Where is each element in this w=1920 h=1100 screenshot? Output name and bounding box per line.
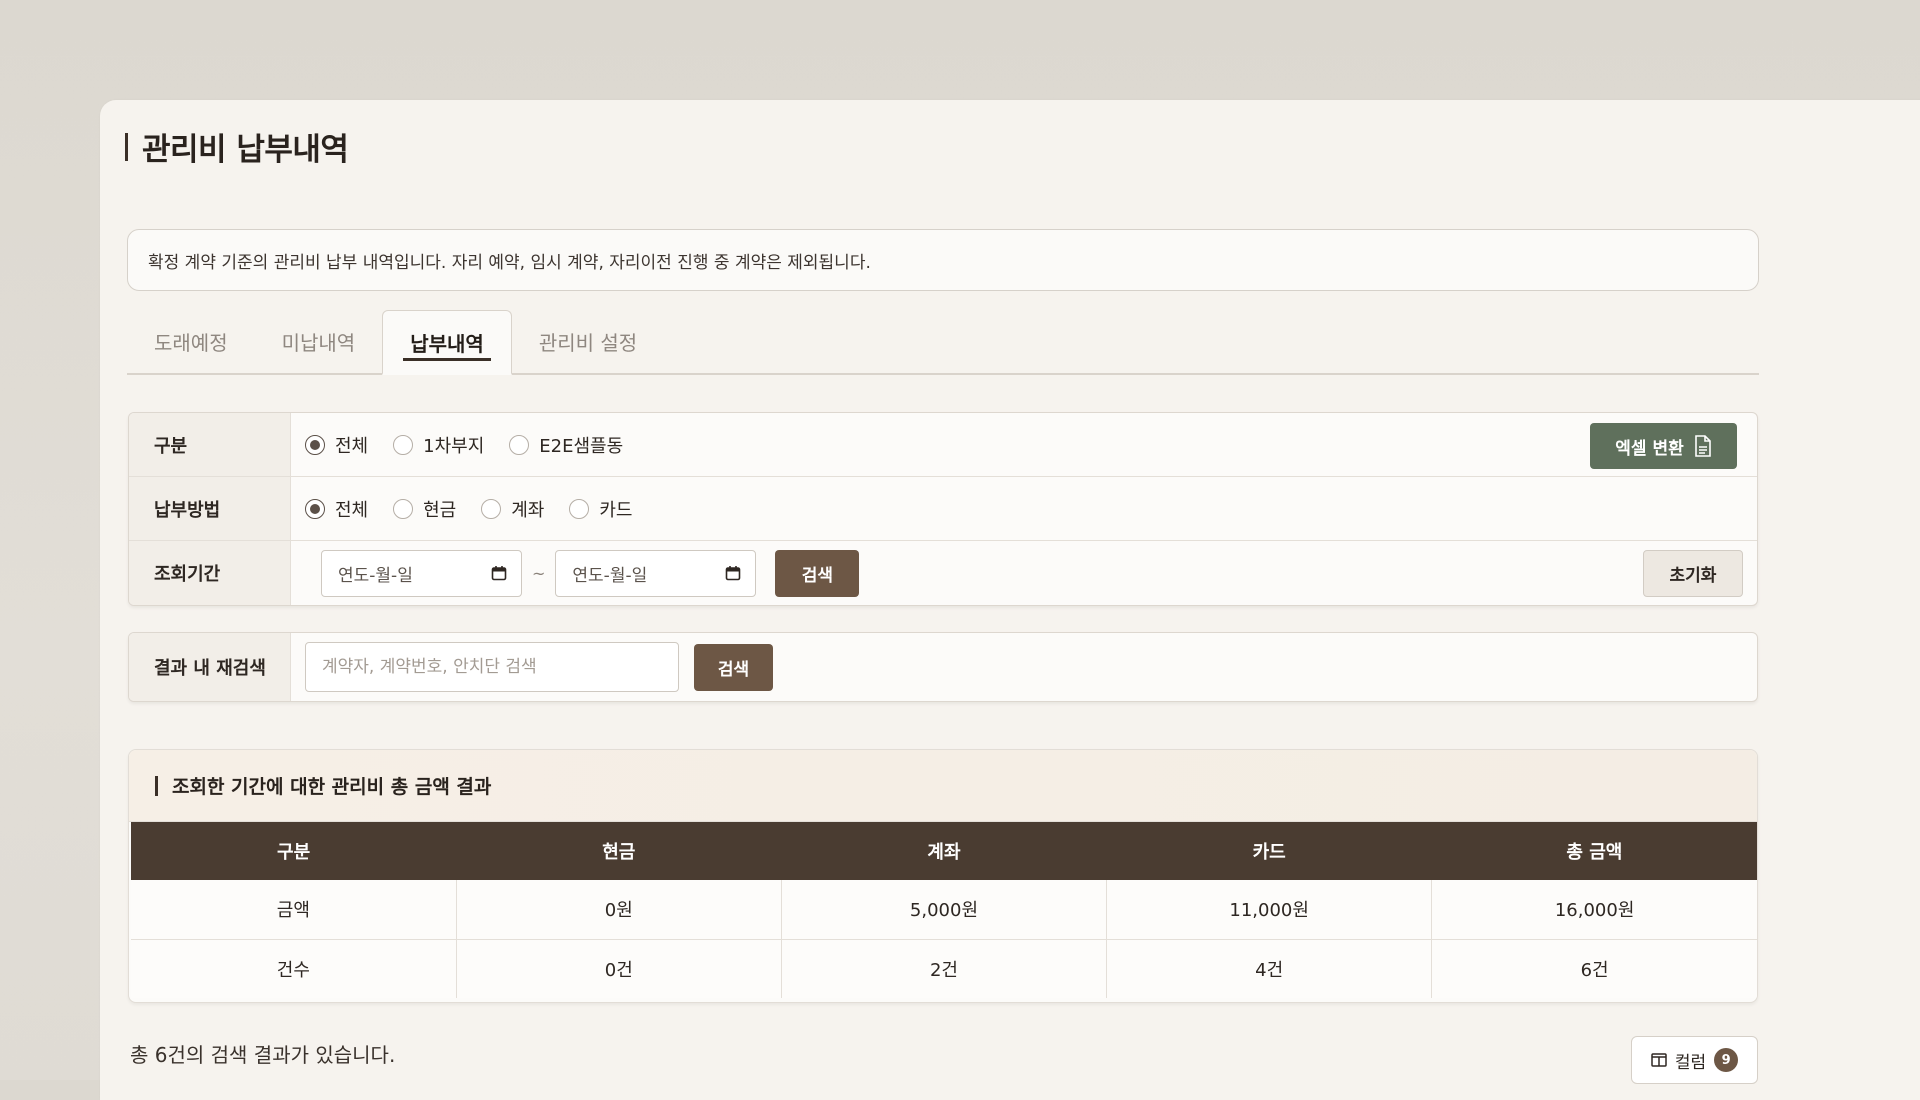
tab-label: 미납내역 <box>281 331 356 355</box>
tab-paid[interactable]: 납부내역 <box>382 310 512 375</box>
filter-panel: 구분 전체 1차부지 E2E샘플동 엑셀 변환 납부방법 전체 현금 계좌 카드… <box>128 412 1758 606</box>
radio-dot <box>305 434 325 455</box>
table-cell: 11,000원 <box>1106 880 1433 940</box>
date-separator: ~ <box>532 563 546 583</box>
summary-header: 조회한 기간에 대한 관리비 총 금액 결과 <box>129 750 1757 822</box>
excel-export-button[interactable]: 엑셀 변환 <box>1590 423 1737 469</box>
radio-label: 전체 <box>335 499 369 521</box>
table-row: 건수 0건 2건 4건 6건 <box>131 939 1757 998</box>
radio-category-e2e[interactable]: E2E샘플동 <box>509 432 623 458</box>
end-date-placeholder: 연도-월-일 <box>572 565 648 586</box>
tab-label: 관리비 설정 <box>538 331 638 355</box>
excel-button-label: 엑셀 변환 <box>1615 438 1684 459</box>
table-cell: 6건 <box>1431 939 1757 998</box>
radio-label: 현금 <box>423 499 457 521</box>
period-controls: 연도-월-일 ~ 연도-월-일 검색 <box>291 549 860 597</box>
filter-label-period: 조회기간 <box>129 541 291 605</box>
table-cell: 0건 <box>456 939 782 998</box>
start-date-placeholder: 연도-월-일 <box>338 565 413 586</box>
table-cell: 5,000원 <box>781 880 1108 940</box>
radio-dot <box>305 498 325 519</box>
radio-label: E2E샘플동 <box>539 435 624 457</box>
filter-label-category: 구분 <box>129 413 291 476</box>
table-cell: 2건 <box>781 939 1108 998</box>
method-radio-group: 전체 현금 계좌 카드 <box>291 496 658 522</box>
summary-accent-bar <box>155 775 158 796</box>
tab-label: 납부내역 <box>410 331 484 356</box>
column-settings-button[interactable]: 컬럼 9 <box>1631 1036 1758 1084</box>
summary-table: 구분 현금 계좌 카드 총 금액 금액 0원 5,000원 11,000원 16… <box>131 822 1757 998</box>
radio-method-account[interactable]: 계좌 <box>481 496 544 522</box>
radio-dot <box>481 498 502 519</box>
period-search-button[interactable]: 검색 <box>775 549 860 597</box>
radio-category-site1[interactable]: 1차부지 <box>393 432 484 458</box>
filter-row-category: 구분 전체 1차부지 E2E샘플동 엑셀 변환 <box>129 413 1757 477</box>
notice-text: 확정 계약 기준의 관리비 납부 내역입니다. 자리 예약, 임시 계약, 자리… <box>148 252 871 273</box>
search-button-label: 검색 <box>801 565 834 586</box>
column-button-label: 컬럼 <box>1674 1052 1707 1073</box>
tab-unpaid[interactable]: 미납내역 <box>255 310 383 373</box>
radio-label: 계좌 <box>511 499 545 521</box>
radio-method-card[interactable]: 카드 <box>569 496 633 522</box>
table-cell: 건수 <box>131 939 457 998</box>
table-cell: 16,000원 <box>1431 880 1757 940</box>
radio-label: 카드 <box>599 499 633 521</box>
notice-banner: 확정 계약 기준의 관리비 납부 내역입니다. 자리 예약, 임시 계약, 자리… <box>127 229 1759 291</box>
tab-label: 도래예정 <box>154 331 228 355</box>
header-card: 카드 <box>1106 822 1432 880</box>
search-button-label: 검색 <box>717 659 750 680</box>
filter-row-method: 납부방법 전체 현금 계좌 카드 <box>129 477 1757 541</box>
radio-dot <box>509 434 530 455</box>
column-count-badge: 9 <box>1714 1048 1739 1072</box>
page-title: 관리비 납부내역 <box>125 124 349 169</box>
research-input[interactable] <box>305 642 679 692</box>
end-date-input[interactable]: 연도-월-일 <box>555 549 757 597</box>
table-cell: 0원 <box>456 880 782 940</box>
calendar-icon <box>726 566 741 581</box>
radio-dot <box>393 434 414 455</box>
reset-button-label: 초기화 <box>1669 566 1717 586</box>
radio-category-all[interactable]: 전체 <box>305 432 368 458</box>
tab-upcoming[interactable]: 도래예정 <box>127 310 255 373</box>
page-title-text: 관리비 납부내역 <box>142 132 349 168</box>
radio-method-all[interactable]: 전체 <box>305 496 368 522</box>
result-count-text: 총 6건의 검색 결과가 있습니다. <box>130 1043 396 1067</box>
summary-title: 조회한 기간에 대한 관리비 총 금액 결과 <box>172 776 492 798</box>
reset-button[interactable]: 초기화 <box>1643 550 1743 597</box>
title-accent-bar <box>125 132 128 161</box>
category-radio-group: 전체 1차부지 E2E샘플동 <box>291 432 648 458</box>
header-account: 계좌 <box>781 822 1107 880</box>
research-search-button[interactable]: 검색 <box>694 643 773 691</box>
radio-label: 1차부지 <box>423 435 485 457</box>
table-header-row: 구분 현금 계좌 카드 총 금액 <box>131 822 1757 880</box>
start-date-input[interactable]: 연도-월-일 <box>321 549 522 597</box>
radio-method-cash[interactable]: 현금 <box>393 496 456 522</box>
calendar-icon <box>491 566 507 581</box>
table-cell: 4건 <box>1106 939 1433 998</box>
research-panel: 결과 내 재검색 검색 <box>128 632 1758 702</box>
table-row: 금액 0원 5,000원 11,000원 16,000원 <box>131 880 1757 940</box>
summary-card: 조회한 기간에 대한 관리비 총 금액 결과 구분 현금 계좌 카드 총 금액 … <box>128 749 1758 1003</box>
filter-label-method: 납부방법 <box>129 477 291 540</box>
header-cash: 현금 <box>456 822 782 880</box>
header-category: 구분 <box>131 822 457 880</box>
columns-icon <box>1651 1053 1667 1067</box>
radio-dot <box>569 498 590 519</box>
radio-dot <box>393 498 414 519</box>
excel-file-icon <box>1694 435 1711 457</box>
radio-label: 전체 <box>335 435 369 457</box>
tab-fee-settings[interactable]: 관리비 설정 <box>512 310 664 373</box>
header-total: 총 금액 <box>1431 822 1757 880</box>
active-tab-underline <box>403 358 491 361</box>
research-label: 결과 내 재검색 <box>129 633 291 701</box>
table-cell: 금액 <box>131 880 457 940</box>
filter-row-period: 조회기간 연도-월-일 ~ 연도-월-일 검색 초기화 <box>129 541 1757 605</box>
tab-bar: 도래예정 미납내역 납부내역 관리비 설정 <box>127 310 1759 375</box>
